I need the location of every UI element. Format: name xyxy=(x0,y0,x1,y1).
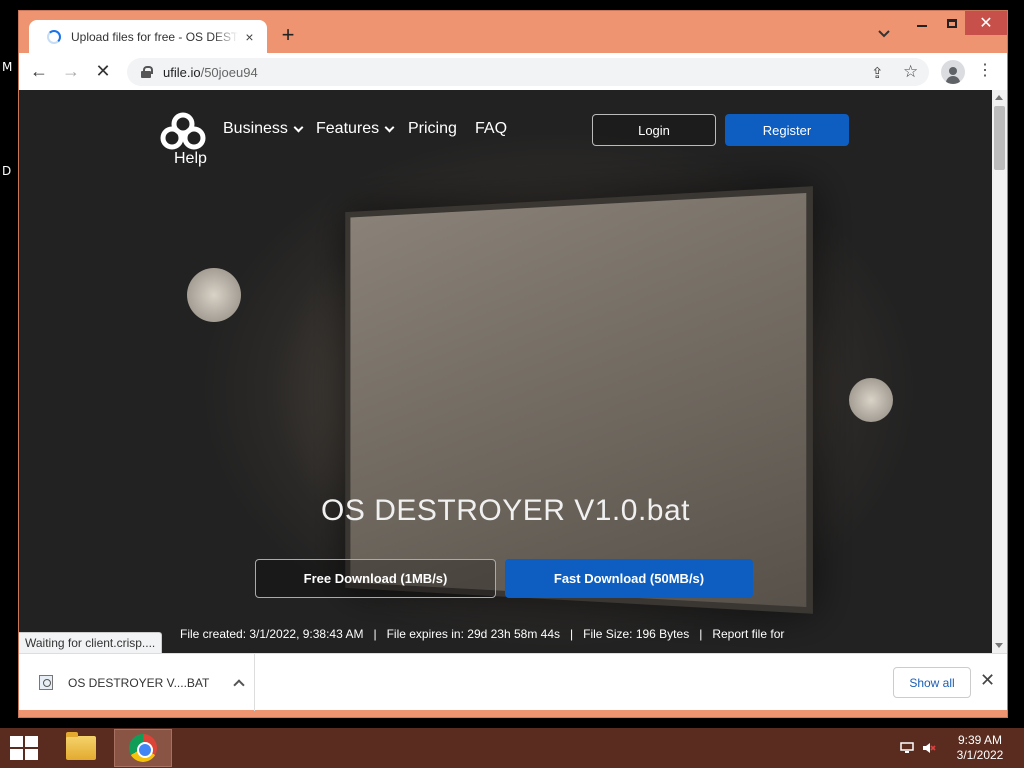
clock-date: 3/1/2022 xyxy=(956,748,1004,762)
browser-toolbar: ← → ✕ ufile.io/50joeu94 ⇪ ☆ ⋮ xyxy=(19,53,1007,90)
window-maximize-button[interactable] xyxy=(937,11,967,35)
scroll-down-arrow-icon[interactable] xyxy=(995,643,1003,648)
clock-time: 9:39 AM xyxy=(957,733,1003,747)
browser-menu-icon[interactable]: ⋮ xyxy=(977,62,993,80)
report-file-link[interactable]: Report file for xyxy=(712,627,784,641)
nav-features[interactable]: Features xyxy=(316,120,395,138)
ufile-logo-icon[interactable] xyxy=(159,112,207,152)
chevron-down-icon xyxy=(384,122,395,132)
url-text[interactable]: ufile.io/50joeu94 xyxy=(163,65,258,80)
back-arrow-icon[interactable]: ← xyxy=(29,61,49,81)
help-link[interactable]: Help xyxy=(174,150,207,168)
chevron-up-icon[interactable] xyxy=(233,678,246,691)
windows-start-icon[interactable] xyxy=(10,736,38,760)
nav-pricing[interactable]: Pricing xyxy=(408,120,457,138)
page-viewport: Help Business Features Pricing FAQ Login… xyxy=(19,90,992,653)
scrollbar-thumb[interactable] xyxy=(994,106,1005,170)
address-bar[interactable]: ufile.io/50joeu94 ⇪ ☆ xyxy=(127,58,929,86)
download-shelf: OS DESTROYER V....BAT Show all ✕ xyxy=(19,653,1007,711)
bookmark-star-icon[interactable]: ☆ xyxy=(903,62,918,82)
tab-search-chevron-icon[interactable] xyxy=(877,27,891,41)
window-minimize-button[interactable] xyxy=(907,11,937,35)
site-navbar: Help Business Features Pricing FAQ Login… xyxy=(19,90,992,180)
forward-arrow-icon[interactable]: → xyxy=(61,61,81,81)
separator: | xyxy=(373,627,377,641)
taskbar: 9:39 AM 3/1/2022 xyxy=(0,728,1024,768)
login-button[interactable]: Login xyxy=(592,114,716,146)
browser-window: Upload files for free - OS DESTROYER V1.… xyxy=(18,10,1008,718)
fast-download-button[interactable]: Fast Download (50MB/s) xyxy=(505,559,753,598)
show-all-button[interactable]: Show all xyxy=(893,667,971,698)
separator: | xyxy=(570,627,574,641)
chevron-down-icon xyxy=(293,122,304,132)
browser-tab[interactable]: Upload files for free - OS DESTROYER V1.… xyxy=(29,20,267,53)
background-lamp-left xyxy=(187,268,241,322)
background-lamp-right xyxy=(849,378,893,422)
download-item[interactable]: OS DESTROYER V....BAT xyxy=(19,654,255,711)
background-painting xyxy=(345,186,813,614)
share-icon[interactable]: ⇪ xyxy=(871,64,884,82)
scroll-up-arrow-icon[interactable] xyxy=(995,95,1003,100)
page-scrollbar[interactable] xyxy=(992,90,1007,653)
tab-strip: Upload files for free - OS DESTROYER V1.… xyxy=(19,11,1007,53)
file-name-title: OS DESTROYER V1.0.bat xyxy=(321,494,690,527)
file-expires: File expires in: 29d 23h 58m 44s xyxy=(386,627,561,641)
taskbar-chrome[interactable] xyxy=(114,729,172,767)
profile-avatar-icon[interactable] xyxy=(941,60,965,84)
file-size: File Size: 196 Bytes xyxy=(583,627,690,641)
taskbar-file-explorer[interactable] xyxy=(52,729,110,767)
loading-spinner-icon xyxy=(47,29,61,44)
register-button[interactable]: Register xyxy=(725,114,849,146)
tab-close-icon[interactable]: × xyxy=(242,29,257,45)
lock-icon[interactable] xyxy=(141,66,153,78)
stop-loading-icon[interactable]: ✕ xyxy=(93,61,113,81)
file-created: File created: 3/1/2022, 9:38:43 AM xyxy=(180,627,364,641)
desktop-label-d: D xyxy=(2,164,12,178)
window-close-button[interactable]: ✕ xyxy=(965,11,1007,35)
network-icon[interactable] xyxy=(900,742,914,754)
status-bubble: Waiting for client.crisp.... xyxy=(19,632,163,653)
close-shelf-icon[interactable]: ✕ xyxy=(980,670,995,691)
folder-icon xyxy=(66,732,96,760)
desktop-label-m: M xyxy=(2,60,13,74)
volume-muted-icon[interactable] xyxy=(922,742,936,754)
chrome-icon xyxy=(129,734,157,762)
nav-business[interactable]: Business xyxy=(223,120,304,138)
download-item-name: OS DESTROYER V....BAT xyxy=(68,675,210,690)
file-icon xyxy=(39,675,53,690)
file-info-bar: File created: 3/1/2022, 9:38:43 AM | Fil… xyxy=(180,627,784,641)
free-download-button[interactable]: Free Download (1MB/s) xyxy=(255,559,496,598)
nav-faq[interactable]: FAQ xyxy=(475,120,507,138)
taskbar-clock[interactable]: 9:39 AM 3/1/2022 xyxy=(944,733,1016,763)
tab-title: Upload files for free - OS DESTROYER V1.… xyxy=(71,29,238,44)
new-tab-button[interactable]: + xyxy=(277,24,299,46)
separator: | xyxy=(699,627,703,641)
